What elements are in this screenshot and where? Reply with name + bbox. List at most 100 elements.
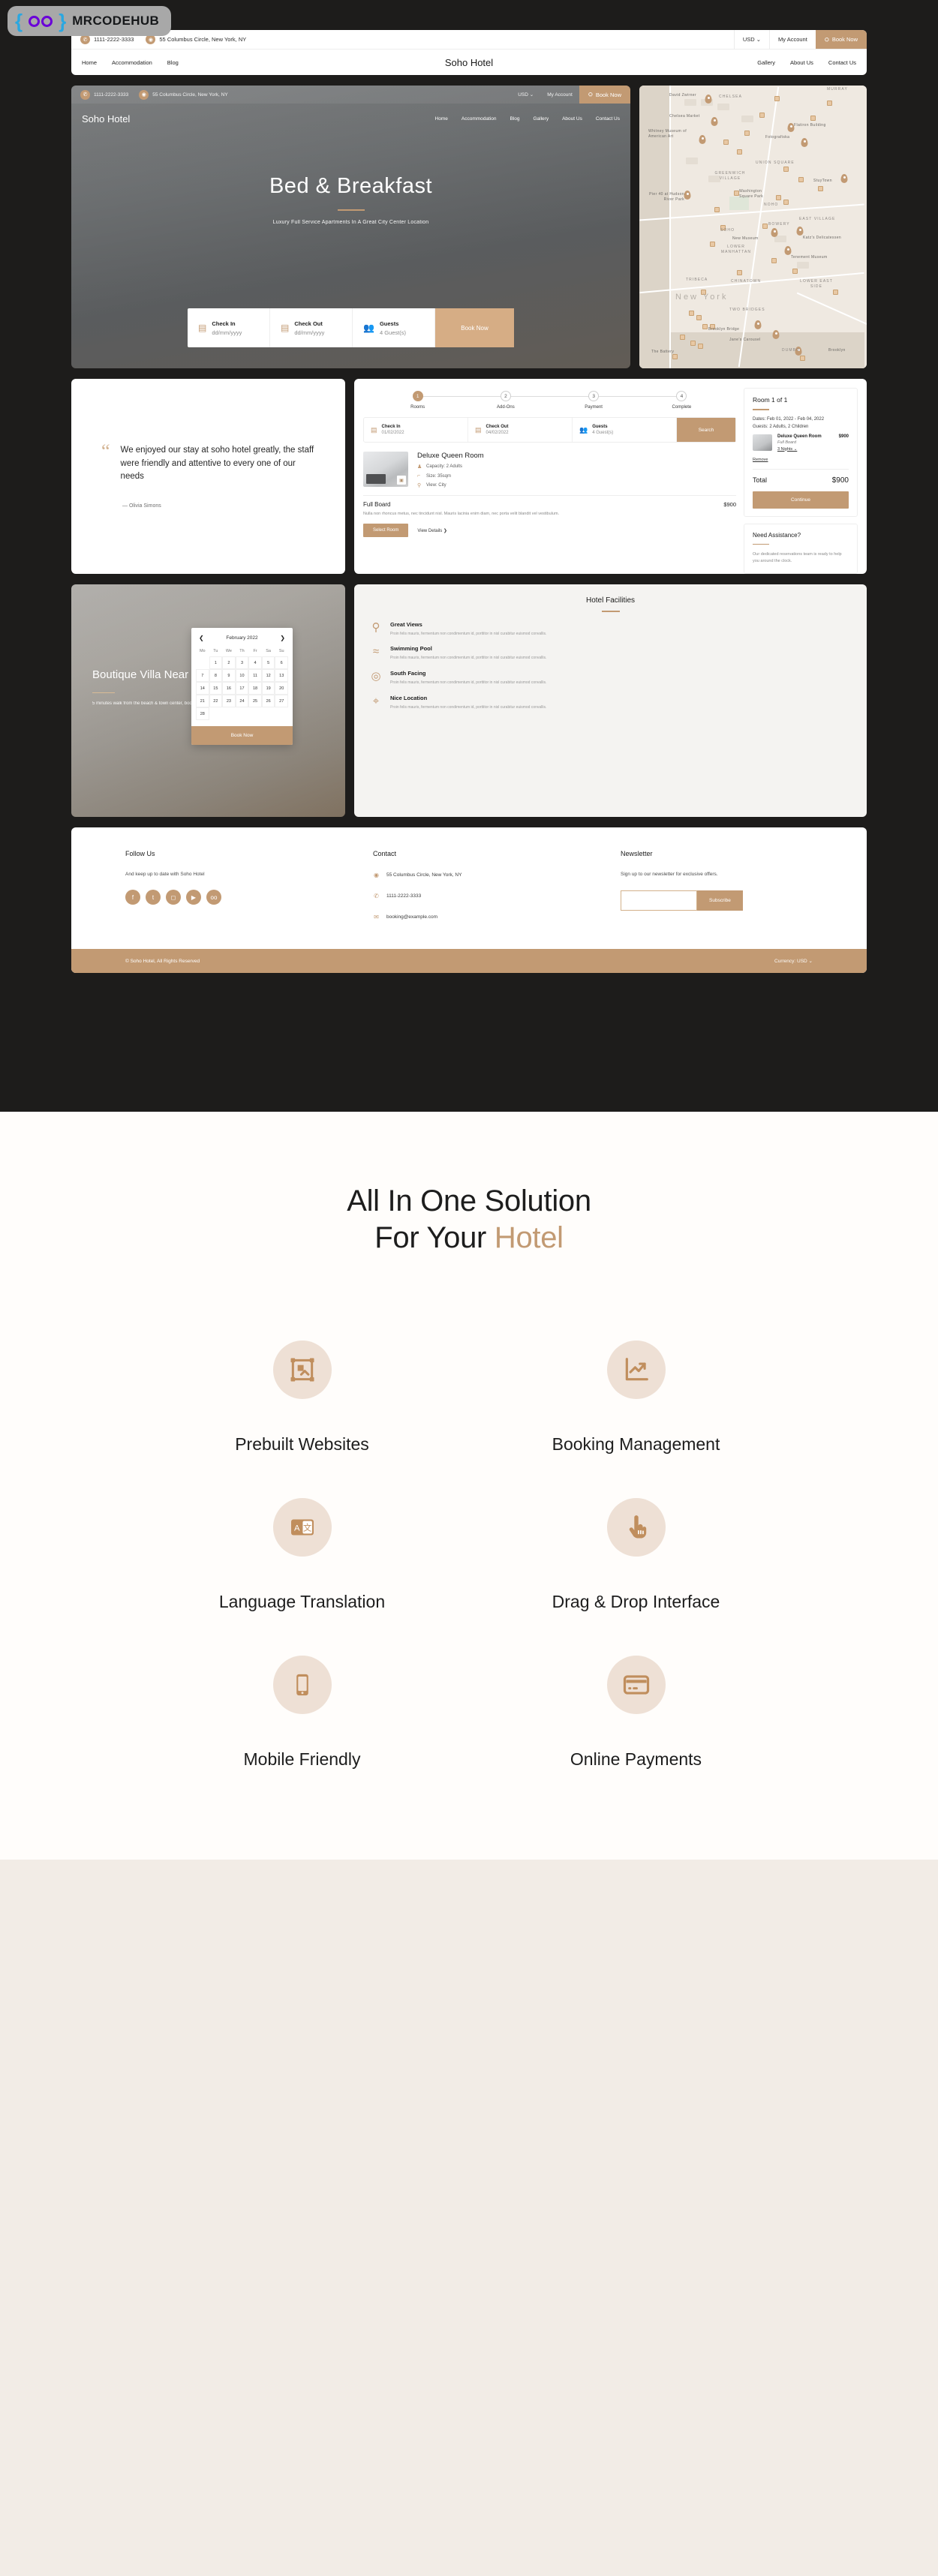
calendar-day[interactable]: 23 xyxy=(222,695,236,707)
gallery-icon[interactable]: ▣ xyxy=(397,476,406,485)
hero-nav-accommodation[interactable]: Accommodation xyxy=(461,116,497,122)
view-details-link[interactable]: View Details ❯ xyxy=(417,528,447,533)
calendar-prev-icon[interactable]: ❮ xyxy=(199,635,204,641)
nav-item-home[interactable]: Home xyxy=(82,59,97,66)
booking-checkout-field[interactable]: ▤ Check Out 04/02/2022 xyxy=(468,418,573,442)
map-poi-square[interactable] xyxy=(798,177,804,182)
hero-book-now-button[interactable]: ⛭ Book Now xyxy=(579,86,630,104)
summary-remove-link[interactable]: Remove xyxy=(753,458,849,462)
booking-guests-field[interactable]: 👥 Guests 4 Guest(s) xyxy=(573,418,677,442)
calendar-day[interactable]: 10 xyxy=(235,669,249,682)
hero-nav-blog[interactable]: Blog xyxy=(510,116,519,122)
nav-item-accommodation[interactable]: Accommodation xyxy=(112,59,152,66)
instagram-icon[interactable]: ◻ xyxy=(166,890,181,905)
feature-online-payments[interactable]: Online Payments xyxy=(469,1655,803,1770)
calendar-book-now-button[interactable]: Book Now xyxy=(191,726,293,745)
map-poi-square[interactable] xyxy=(810,116,816,121)
footer-email[interactable]: ✉ booking@example.com xyxy=(373,914,598,920)
topbar-currency-select[interactable]: USD ⌄ xyxy=(733,30,769,49)
booking-step-complete[interactable]: 4 Complete xyxy=(638,391,726,410)
nav-item-about-us[interactable]: About Us xyxy=(790,59,813,66)
hero-nav-about-us[interactable]: About Us xyxy=(562,116,582,122)
map-poi-square[interactable] xyxy=(737,270,742,275)
newsletter-subscribe-button[interactable]: Subscribe xyxy=(697,890,743,911)
site-brand[interactable]: Soho Hotel xyxy=(445,57,493,68)
map-poi-square[interactable] xyxy=(723,140,729,145)
hero-checkin-field[interactable]: ▤ Check In dd/mm/yyyy xyxy=(188,308,270,347)
map-poi-square[interactable] xyxy=(734,191,739,196)
footer-phone[interactable]: ✆ 1111-2222-3333 xyxy=(373,893,598,899)
map-pin-brooklyn-bridge[interactable] xyxy=(754,320,762,329)
map-poi-square[interactable] xyxy=(696,315,702,320)
map-pin-pier-40[interactable] xyxy=(684,191,691,200)
room-thumbnail[interactable]: ▣ xyxy=(363,452,408,487)
map-poi-square[interactable] xyxy=(680,335,685,340)
hero-currency-select[interactable]: USD ⌄ xyxy=(511,86,540,104)
newsletter-email-input[interactable] xyxy=(621,890,697,911)
calendar-day[interactable]: 3 xyxy=(235,656,249,669)
calendar-day[interactable]: 13 xyxy=(275,669,288,682)
calendar-day[interactable]: 4 xyxy=(248,656,262,669)
nav-item-gallery[interactable]: Gallery xyxy=(757,59,775,66)
map-poi-square[interactable] xyxy=(792,269,798,274)
calendar-day[interactable]: 14 xyxy=(196,682,209,695)
map-poi-square[interactable] xyxy=(737,149,742,155)
map-poi-square[interactable] xyxy=(833,290,838,295)
calendar-day[interactable]: 15 xyxy=(209,682,223,695)
calendar-day[interactable]: 17 xyxy=(235,682,249,695)
calendar-day[interactable]: 22 xyxy=(209,695,223,707)
summary-nights-select[interactable]: 3 Nights ⌄ xyxy=(777,447,849,452)
map-poi-square[interactable] xyxy=(771,258,777,263)
map-poi-square[interactable] xyxy=(744,131,750,136)
booking-search-button[interactable]: Search xyxy=(677,418,735,442)
topbar-my-account[interactable]: My Account xyxy=(769,30,816,49)
map-poi-square[interactable] xyxy=(827,101,832,106)
calendar-day[interactable]: 20 xyxy=(275,682,288,695)
booking-step-rooms[interactable]: 1 Rooms xyxy=(374,391,506,410)
map-poi-square[interactable] xyxy=(672,354,678,359)
calendar-day[interactable]: 25 xyxy=(248,695,262,707)
map-poi-square[interactable] xyxy=(800,356,805,361)
map-pin-fotografiska[interactable] xyxy=(801,138,808,147)
hero-guests-field[interactable]: 👥 Guests 4 Guest(s) xyxy=(353,308,435,347)
hero-topbar-address[interactable]: ◉ 55 Columbus Circle, New York, NY xyxy=(139,89,228,100)
feature-mobile-friendly[interactable]: Mobile Friendly xyxy=(135,1655,469,1770)
map-poi-square[interactable] xyxy=(776,195,781,200)
calendar-day[interactable]: 18 xyxy=(248,682,262,695)
flickr-icon[interactable]: oo xyxy=(206,890,221,905)
map-pin-janes-carousel[interactable] xyxy=(772,330,780,339)
map-poi-square[interactable] xyxy=(690,341,696,346)
calendar-day[interactable]: 8 xyxy=(209,669,223,682)
map-pin-whitney-museum[interactable] xyxy=(699,135,706,144)
twitter-icon[interactable]: t xyxy=(146,890,161,905)
map-poi-square[interactable] xyxy=(818,186,823,191)
booking-step-payment[interactable]: 3 Payment xyxy=(550,391,682,410)
select-room-button[interactable]: Select Room xyxy=(363,524,409,538)
booking-checkin-field[interactable]: ▤ Check In 01/02/2022 xyxy=(364,418,468,442)
continue-button[interactable]: Continue xyxy=(753,491,849,509)
nav-item-blog[interactable]: Blog xyxy=(167,59,179,66)
feature-booking-management[interactable]: Booking Management xyxy=(469,1340,803,1455)
map-poi-square[interactable] xyxy=(762,224,768,229)
calendar-next-icon[interactable]: ❯ xyxy=(280,635,285,641)
calendar-day[interactable]: 27 xyxy=(275,695,288,707)
feature-language-translation[interactable]: A 文 Language Translation xyxy=(135,1497,469,1612)
hero-my-account[interactable]: My Account xyxy=(540,86,579,104)
map-pin-stuytown[interactable] xyxy=(840,174,848,183)
calendar-day[interactable]: 9 xyxy=(222,669,236,682)
map-poi-square[interactable] xyxy=(783,167,789,172)
booking-step-addons[interactable]: 2 Add-Ons xyxy=(461,391,594,410)
location-map[interactable]: David Zwirner CHELSEA Chelsea Market Whi… xyxy=(639,86,867,368)
hero-topbar-phone[interactable]: ✆ 1111-2222-3333 xyxy=(80,89,128,100)
map-pin-katzs-delicatessen[interactable] xyxy=(796,227,804,236)
feature-prebuilt-websites[interactable]: Prebuilt Websites xyxy=(135,1340,469,1455)
calendar-day[interactable]: 16 xyxy=(222,682,236,695)
footer-currency-select[interactable]: Currency: USD ⌄ xyxy=(774,958,813,964)
nav-item-contact-us[interactable]: Contact Us xyxy=(828,59,856,66)
map-poi-square[interactable] xyxy=(689,311,694,316)
map-pin-new-museum[interactable] xyxy=(771,228,778,237)
map-poi-square[interactable] xyxy=(774,96,780,101)
map-poi-square[interactable] xyxy=(759,113,765,118)
hero-brand[interactable]: Soho Hotel xyxy=(82,113,435,125)
calendar-day[interactable]: 12 xyxy=(261,669,275,682)
